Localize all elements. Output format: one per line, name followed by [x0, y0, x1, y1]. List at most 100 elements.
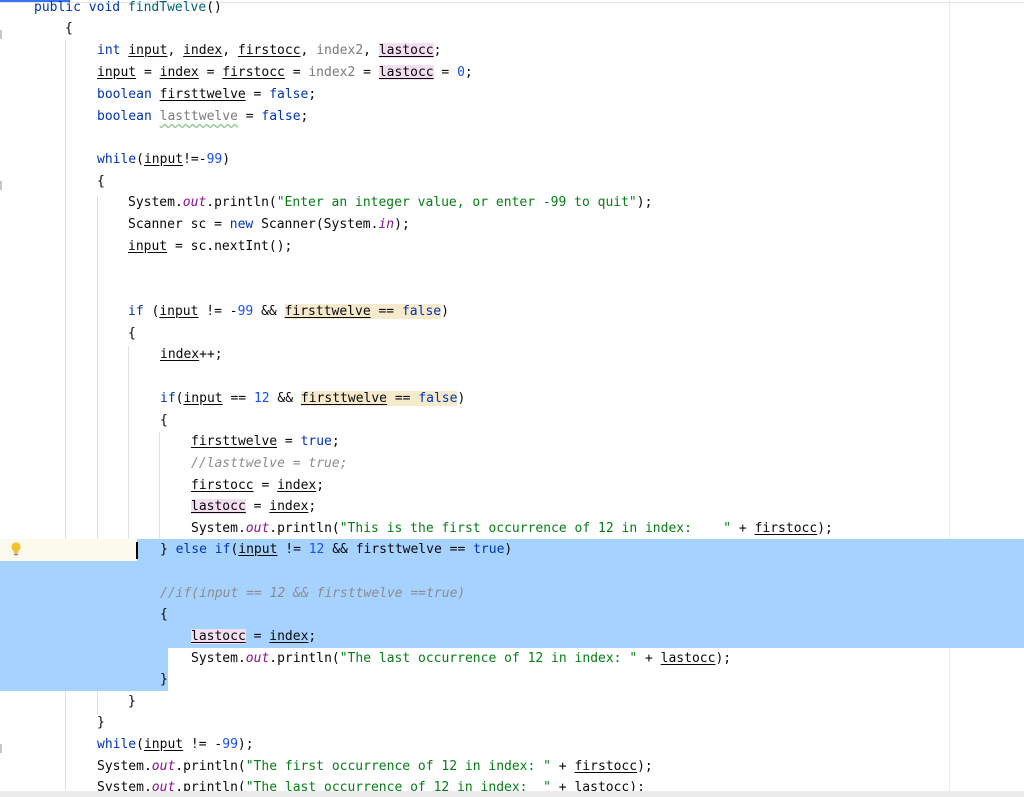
code-line[interactable]: {: [160, 604, 168, 626]
code-line[interactable]: firsttwelve = true;: [191, 431, 340, 453]
line-comment: //if(input == 12 && firsttwelve ==true): [160, 586, 466, 601]
variable-input: input: [128, 43, 168, 58]
code-editor[interactable]: public void findTwelve() { int input, in…: [0, 0, 1024, 797]
code-line[interactable]: if (input != -99 && firsttwelve == false…: [128, 301, 449, 323]
code-token: ;: [308, 87, 317, 102]
keyword: while: [97, 152, 137, 167]
number-literal: 0: [457, 65, 465, 80]
code-line[interactable]: System.out.println("The last occurrence …: [191, 648, 731, 670]
variable-index: index: [183, 43, 223, 58]
code-token: {: [160, 413, 168, 428]
code-line[interactable]: {: [65, 18, 73, 40]
code-line[interactable]: firstocc = index;: [191, 475, 324, 497]
code-token: }: [160, 542, 176, 557]
variable-index: index: [160, 347, 200, 362]
number-literal: 12: [253, 391, 270, 406]
number-literal: 12: [308, 542, 325, 557]
code-line[interactable]: while(input!=-99): [97, 149, 230, 171]
code-token: ,: [222, 43, 238, 58]
code-token: }: [128, 694, 136, 709]
code-token: ==: [222, 391, 254, 406]
horizontal-scrollbar[interactable]: [0, 791, 1024, 797]
keyword: false: [418, 391, 458, 406]
code-token: != -: [198, 304, 238, 319]
code-token: );: [394, 217, 410, 232]
variable-firstocc: firstocc: [222, 65, 285, 80]
gutter-marker: [0, 744, 2, 753]
code-line[interactable]: }: [97, 712, 105, 734]
code-token: ;: [464, 65, 473, 80]
code-line[interactable]: {: [128, 323, 136, 345]
variable-index2: index2: [308, 65, 356, 80]
code-line[interactable]: Scanner sc = new Scanner(System.in);: [128, 214, 410, 236]
code-line[interactable]: }: [128, 691, 136, 713]
code-line[interactable]: System.out.println("The first occurrence…: [97, 756, 653, 778]
code-token: &&: [253, 304, 285, 319]
code-token: =: [245, 629, 270, 644]
variable-firstocc: firstocc: [754, 521, 818, 536]
variable-index: index: [277, 478, 317, 493]
variable-index: index: [269, 629, 309, 644]
code-token: );: [637, 759, 653, 774]
code-token: ;: [308, 629, 317, 644]
code-line[interactable]: lastocc = index;: [191, 626, 316, 648]
code-token: (: [136, 152, 144, 167]
keyword: void: [80, 0, 128, 15]
number-literal: 99: [222, 737, 238, 752]
code-token: = sc.nextInt();: [167, 239, 293, 254]
keyword: true: [300, 434, 332, 449]
variable-lastocc: lastocc: [191, 629, 246, 644]
variable-firsttwelve: firsttwelve: [284, 304, 371, 319]
code-token: .println(: [206, 195, 277, 210]
code-token: {: [160, 607, 168, 622]
code-token: );: [715, 651, 732, 666]
code-line[interactable]: public void findTwelve(): [34, 0, 222, 19]
code-token: ==: [370, 304, 402, 319]
keyword: if: [160, 391, 176, 406]
code-line[interactable]: boolean firsttwelve = false;: [97, 84, 316, 106]
code-token: ,: [363, 43, 379, 58]
code-line[interactable]: int input, index, firstocc, index2, last…: [97, 40, 441, 62]
code-line[interactable]: input = index = firstocc = index2 = last…: [97, 62, 473, 84]
code-token: (): [206, 0, 222, 15]
code-token: =: [433, 65, 458, 80]
code-token: +: [731, 521, 755, 536]
code-line[interactable]: {: [97, 171, 105, 193]
static-field: out: [245, 521, 270, 536]
code-line[interactable]: lastocc = index;: [191, 496, 316, 518]
string-literal: "This is the first occurrence of 12 in i…: [339, 521, 732, 536]
text-caret: [136, 542, 138, 559]
code-line[interactable]: index++;: [160, 344, 223, 366]
code-token: =: [136, 65, 160, 80]
code-line[interactable]: }: [160, 669, 168, 691]
code-token: }: [97, 715, 105, 730]
number-literal: 99: [206, 152, 223, 167]
code-line[interactable]: //lasttwelve = true;: [191, 453, 348, 475]
code-token: ): [222, 152, 231, 167]
code-token: Scanner(System.: [261, 217, 379, 232]
code-token: ): [457, 391, 466, 406]
code-line[interactable]: System.out.println("This is the first oc…: [191, 518, 833, 540]
code-token: );: [636, 195, 653, 210]
code-token: +: [550, 759, 575, 774]
code-line[interactable]: while(input != -99);: [97, 734, 254, 756]
code-token: System.: [191, 521, 246, 536]
variable-input: input: [143, 737, 184, 752]
code-line[interactable]: input = sc.nextInt();: [128, 236, 292, 258]
code-token: != -: [183, 737, 223, 752]
keyword: public: [34, 0, 81, 15]
code-line[interactable]: System.out.println("Enter an integer val…: [128, 192, 652, 214]
code-line[interactable]: //if(input == 12 && firsttwelve ==true): [160, 583, 465, 605]
code-token: ;: [300, 109, 309, 124]
variable-index2: index2: [316, 43, 364, 58]
keyword: boolean: [97, 87, 160, 102]
code-line[interactable]: if(input == 12 && firsttwelve == false): [160, 388, 465, 410]
code-line[interactable]: {: [160, 410, 168, 432]
keyword: if: [128, 304, 152, 319]
lightbulb-icon[interactable]: [10, 541, 22, 557]
code-token: ;: [331, 434, 340, 449]
code-token: ++;: [199, 347, 223, 362]
variable-input: input: [183, 391, 223, 406]
code-line[interactable]: boolean lasttwelve = false;: [97, 106, 308, 128]
code-line[interactable]: } else if(input != 12 && firsttwelve == …: [160, 539, 512, 561]
